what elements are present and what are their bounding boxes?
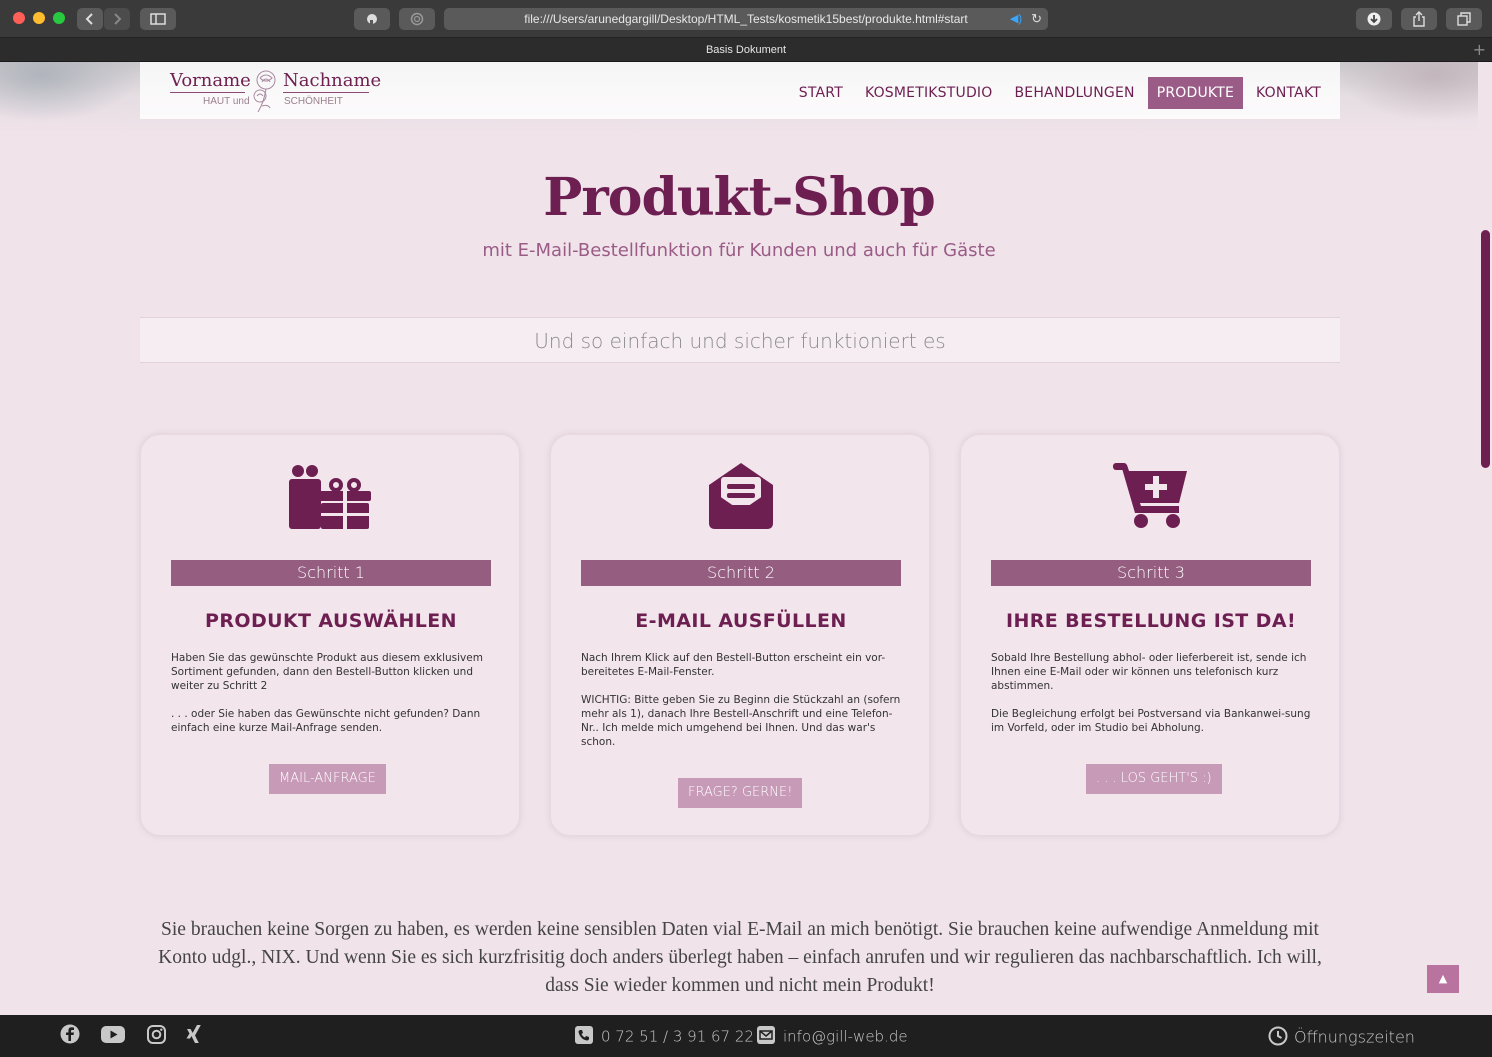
main-nav: START KOSMETIKSTUDIO BEHANDLUNGEN PRODUK… (790, 77, 1330, 109)
sidebar-toggle-button[interactable] (140, 8, 176, 30)
steps-banner: Und so einfach und sicher funktioniert e… (140, 317, 1340, 363)
share-button[interactable] (1401, 8, 1437, 30)
page: Vorname Nachname HAUT und SCHÖNHEIT STAR… (0, 62, 1478, 1015)
instagram-link[interactable] (143, 1021, 169, 1047)
elephant-icon (367, 14, 377, 25)
phone-icon (575, 1026, 593, 1048)
step-card-3: Schritt 3 IHRE BESTELLUNG IST DA! Sobald… (960, 434, 1340, 836)
nav-item-kosmetikstudio[interactable]: KOSMETIKSTUDIO (856, 77, 1002, 109)
gift-icon (289, 465, 371, 529)
footer-email[interactable]: info@gill-web.de (757, 1026, 908, 1048)
logo-tagline-left: HAUT und (203, 96, 250, 107)
tabs-overview-button[interactable] (1446, 8, 1482, 30)
cart-plus-icon (1113, 463, 1187, 528)
tab-bar: Basis Dokument + (0, 38, 1492, 62)
minimize-window-button[interactable] (33, 12, 45, 24)
nav-item-kontakt[interactable]: KONTAKT (1247, 77, 1330, 109)
sidebar-icon (150, 13, 166, 25)
back-button[interactable] (77, 8, 103, 30)
logo[interactable]: Vorname Nachname HAUT und SCHÖNHEIT (170, 70, 381, 114)
footer-scrollbar-track (1478, 1015, 1492, 1057)
chevron-left-icon (85, 13, 93, 25)
new-tab-icon[interactable]: + (1473, 38, 1486, 62)
step-card-1: Schritt 1 PRODUKT AUSWÄHLEN Haben Sie da… (140, 434, 520, 836)
footer-opening-hours[interactable]: Öffnungszeiten (1268, 1026, 1415, 1050)
step-title: E-MAIL AUSFÜLLEN (635, 610, 847, 632)
page-scrollbar[interactable] (1478, 62, 1492, 1015)
mail-request-button[interactable]: MAIL-ANFRAGE (269, 764, 386, 794)
instagram-icon (146, 1024, 166, 1044)
logo-first-name: Vorname (170, 70, 251, 91)
step-text-1: Haben Sie das gewünschte Produkt aus die… (171, 652, 483, 692)
scroll-to-top-button[interactable]: ▲ (1427, 965, 1459, 993)
youtube-icon (101, 1025, 125, 1043)
zoom-window-button[interactable] (53, 12, 65, 24)
opening-hours-label: Öffnungszeiten (1294, 1027, 1415, 1047)
scrollbar-thumb[interactable] (1481, 230, 1490, 468)
step-label: Schritt 3 (991, 560, 1311, 586)
step-description: Sobald Ihre Bestellung abhol- oder liefe… (991, 651, 1313, 735)
nav-item-behandlungen[interactable]: BEHANDLUNGEN (1005, 77, 1143, 109)
step-text-2: Die Begleichung erfolgt bei Postversand … (991, 708, 1311, 734)
logo-tagline-right: SCHÖNHEIT (284, 96, 343, 107)
extension-button[interactable] (354, 8, 390, 30)
page-title: Produkt-Shop (543, 167, 935, 228)
step-description: Haben Sie das gewünschte Produkt aus die… (171, 651, 493, 735)
audio-icon[interactable]: ◀) (1010, 8, 1022, 30)
shield-button[interactable] (399, 8, 435, 30)
close-window-button[interactable] (13, 12, 25, 24)
site-header: Vorname Nachname HAUT und SCHÖNHEIT STAR… (140, 62, 1340, 119)
youtube-link[interactable] (100, 1021, 126, 1047)
chevron-right-icon (114, 13, 122, 25)
email-icon (757, 1026, 775, 1048)
envelope-open-icon (709, 463, 773, 529)
site-footer: 0 72 51 / 3 91 67 22 info@gill-web.de Öf… (0, 1015, 1478, 1057)
logo-underline-left (170, 92, 245, 93)
step-label: Schritt 2 (581, 560, 901, 586)
downloads-button[interactable] (1356, 8, 1392, 30)
step-text-1: Nach Ihrem Klick auf den Bestell-Button … (581, 652, 886, 678)
step-description: Nach Ihrem Klick auf den Bestell-Button … (581, 651, 903, 749)
start-button[interactable]: . . . LOS GEHT'S :) (1086, 764, 1222, 794)
email-address: info@gill-web.de (783, 1027, 908, 1046)
facebook-icon (60, 1024, 80, 1044)
tabs-icon (1457, 12, 1471, 26)
rose-icon (253, 70, 276, 113)
reassurance-text: Sie brauchen keine Sorgen zu haben, es w… (158, 919, 1322, 996)
step-text-1: Sobald Ihre Bestellung abhol- oder liefe… (991, 652, 1307, 692)
facebook-link[interactable] (57, 1021, 83, 1047)
step-title: IHRE BESTELLUNG IST DA! (1005, 610, 1297, 632)
reload-icon[interactable]: ↻ (1031, 8, 1042, 30)
xing-link[interactable] (181, 1021, 207, 1047)
step-text-2: WICHTIG: Bitte geben Sie zu Beginn die S… (581, 694, 901, 748)
question-button[interactable]: FRAGE? GERNE! (678, 778, 803, 808)
download-icon (1367, 12, 1381, 26)
xing-icon (186, 1024, 201, 1043)
clock-icon (1268, 1026, 1288, 1050)
nav-item-start[interactable]: START (790, 77, 852, 109)
tab-title[interactable]: Basis Dokument (0, 38, 1492, 62)
browser-toolbar: file:///Users/arunedgargill/Desktop/HTML… (0, 0, 1492, 38)
forward-button[interactable] (104, 8, 130, 30)
nav-item-produkte[interactable]: PRODUKTE (1147, 77, 1243, 109)
step-title: PRODUKT AUSWÄHLEN (205, 610, 457, 632)
url-text: file:///Users/arunedgargill/Desktop/HTML… (524, 12, 968, 26)
shield-icon (410, 12, 424, 26)
step-card-2: Schritt 2 E-MAIL AUSFÜLLEN Nach Ihrem Kl… (550, 434, 930, 836)
address-bar[interactable]: file:///Users/arunedgargill/Desktop/HTML… (444, 8, 1048, 30)
step-label: Schritt 1 (171, 560, 491, 586)
phone-number: 0 72 51 / 3 91 67 22 (601, 1027, 754, 1046)
share-icon (1413, 11, 1425, 27)
page-subtitle: mit E-Mail-Bestellfunktion für Kunden un… (482, 240, 996, 261)
footer-phone[interactable]: 0 72 51 / 3 91 67 22 (575, 1026, 754, 1048)
logo-underline-right (283, 92, 369, 93)
step-text-2: . . . oder Sie haben das Gewünschte nich… (171, 708, 481, 734)
logo-last-name: Nachname (283, 70, 382, 91)
